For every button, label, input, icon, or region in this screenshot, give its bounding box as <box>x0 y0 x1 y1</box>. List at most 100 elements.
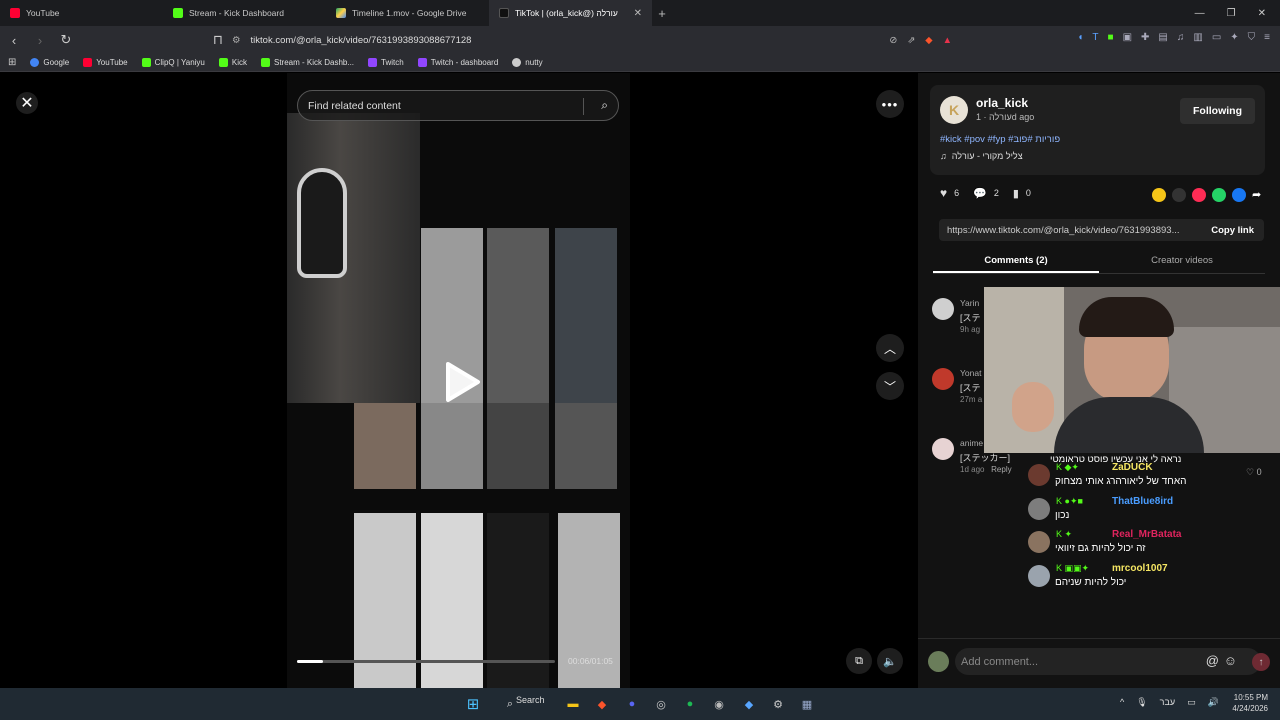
clock[interactable]: 10:55 PM 4/24/2026 <box>1232 692 1268 714</box>
bookmark-youtube[interactable]: YouTube <box>83 58 128 67</box>
avatar[interactable] <box>932 368 954 390</box>
send-button[interactable]: ↑ <box>1252 653 1270 671</box>
mention-icon[interactable]: @ <box>1206 653 1219 668</box>
whatsapp-icon[interactable] <box>1212 188 1226 202</box>
bookmark-google[interactable]: Google <box>30 58 69 67</box>
language-indicator[interactable]: עבר <box>1160 697 1175 708</box>
wallet-icon[interactable]: ▭ <box>1212 32 1221 43</box>
bookmark-kick-dashboard[interactable]: Stream - Kick Dashb... <box>261 58 354 67</box>
menu-icon[interactable]: ≡ <box>1264 32 1270 43</box>
tab-kick-dashboard[interactable]: Stream - Kick Dashboard <box>163 0 326 26</box>
new-tab-button[interactable]: + <box>652 6 672 21</box>
comment-author[interactable]: anime <box>960 438 983 448</box>
no-cast-icon[interactable]: ⊘ <box>889 35 897 46</box>
url-field[interactable]: ⚙ tiktok.com/@orla_kick/video/7631993893… <box>232 29 952 51</box>
brave-icon[interactable]: ◆ <box>592 694 612 714</box>
brave-rewards-icon[interactable]: ▲ <box>943 35 952 46</box>
next-video-button[interactable]: ﹀ <box>876 372 904 400</box>
minimize-icon[interactable]: — <box>1195 8 1205 19</box>
save-button[interactable]: ▮ 0 <box>1013 187 1031 200</box>
bookmark-icon[interactable]: ⊓ <box>212 32 224 48</box>
embed-icon[interactable] <box>1172 188 1186 202</box>
app-icon[interactable]: ◆ <box>739 694 759 714</box>
link-field[interactable]: https://www.tiktok.com/@orla_kick/video/… <box>939 219 1264 241</box>
back-icon[interactable]: ‹ <box>8 33 20 48</box>
tab-google-drive[interactable]: Timeline 1.mov - Google Drive <box>326 0 489 26</box>
start-icon[interactable]: ⊞ <box>463 694 483 714</box>
tab-creator-videos[interactable]: Creator videos <box>1099 250 1265 273</box>
tab-tiktok[interactable]: TikTok | (orla_kick@) עורלה ✕ <box>489 0 652 26</box>
taskbar-search[interactable]: Search <box>516 695 545 705</box>
share-arrow-icon[interactable]: ➦ <box>1252 188 1266 202</box>
apps-icon[interactable]: ⊞ <box>8 57 16 68</box>
previous-video-button[interactable]: ︿ <box>876 334 904 362</box>
bookmark-nutty[interactable]: nutty <box>512 58 543 67</box>
hashtags[interactable]: #kick #pov #fyp #פוריות #פובּ <box>940 134 1060 145</box>
tab-youtube[interactable]: YouTube <box>0 0 163 26</box>
bookmark-clipq[interactable]: ClipQ | Yaniyu <box>141 58 205 67</box>
bookmark-kick[interactable]: Kick <box>218 58 247 67</box>
bookmarks-bar: ⊞ Google YouTube ClipQ | Yaniyu Kick Str… <box>0 54 1280 72</box>
chat-badges: K ●✦■ <box>1056 495 1083 506</box>
video-progress-bar[interactable] <box>297 660 555 663</box>
bookmark-twitch[interactable]: Twitch <box>368 58 404 67</box>
extension-icon[interactable]: ■ <box>1108 32 1114 43</box>
coin-icon[interactable] <box>1152 188 1166 202</box>
settings-icon[interactable]: ⚙ <box>768 694 788 714</box>
translate-icon[interactable]: T <box>1092 32 1098 43</box>
reply-button[interactable]: Reply <box>991 465 1011 474</box>
sidebar-icon[interactable]: ▥ <box>1193 32 1202 43</box>
search-icon[interactable]: ⌕ <box>601 98 608 113</box>
puzzle-icon[interactable]: ✚ <box>1141 32 1149 43</box>
obs-icon[interactable]: ◎ <box>651 694 671 714</box>
vpn-icon[interactable]: ⛉ <box>1248 32 1256 43</box>
sound-row[interactable]: ♫ צליל מקורי - עורלה <box>940 151 1023 161</box>
tab-comments[interactable]: Comments (2) <box>933 250 1099 273</box>
following-button[interactable]: Following <box>1180 98 1255 124</box>
avatar[interactable] <box>932 298 954 320</box>
related-search-input[interactable]: Find related content ⌕ <box>297 90 619 121</box>
more-options-button[interactable]: ••• <box>876 90 904 118</box>
save-count: 0 <box>1025 188 1031 198</box>
forward-icon[interactable]: › <box>34 33 46 48</box>
restore-icon[interactable]: ❐ <box>1227 8 1236 19</box>
spotify-icon[interactable]: ● <box>680 694 700 714</box>
comment-button[interactable]: 💬 2 <box>973 187 999 200</box>
file-explorer-icon[interactable]: ▬ <box>563 694 583 714</box>
author-avatar[interactable]: K <box>940 96 968 124</box>
repost-icon[interactable] <box>1192 188 1206 202</box>
extension-icon[interactable]: ▤ <box>1158 32 1167 43</box>
facebook-icon[interactable] <box>1232 188 1246 202</box>
discord-icon[interactable]: ● <box>622 694 642 714</box>
close-tab-icon[interactable]: ✕ <box>634 8 642 19</box>
comment-author[interactable]: Yonat <box>960 368 981 378</box>
volume-button[interactable]: 🔈 <box>877 648 903 674</box>
close-window-icon[interactable]: ✕ <box>1258 8 1266 19</box>
monitor-icon[interactable]: ▭ <box>1187 697 1196 708</box>
author-username[interactable]: orla_kick <box>976 96 1028 110</box>
extension-icon[interactable]: ◖ <box>1077 32 1083 43</box>
play-icon[interactable] <box>442 360 482 404</box>
chevron-up-icon[interactable]: ^ <box>1120 697 1124 708</box>
extension-icon[interactable]: ▣ <box>1123 32 1132 43</box>
avatar[interactable] <box>932 438 954 460</box>
app-icon[interactable]: ◉ <box>709 694 729 714</box>
add-comment-placeholder: Add comment... <box>961 655 1039 668</box>
add-comment-input[interactable]: Add comment... @ ☺ <box>955 648 1261 675</box>
speaker-icon[interactable]: 🔊 <box>1208 697 1219 708</box>
microphone-icon[interactable]: 🎙 <box>1136 697 1147 708</box>
site-info-icon[interactable]: ⚙ <box>232 35 241 46</box>
like-button[interactable]: ♥ 6 <box>940 186 959 200</box>
calculator-icon[interactable]: ▦ <box>797 694 817 714</box>
brave-shield-icon[interactable]: ◆ <box>925 35 932 46</box>
share-icon[interactable]: ⇗ <box>907 35 915 46</box>
close-video-button[interactable]: ✕ <box>16 92 38 114</box>
emoji-icon[interactable]: ☺ <box>1224 653 1237 668</box>
ai-icon[interactable]: ✦ <box>1230 32 1238 43</box>
reload-icon[interactable]: ↻ <box>60 32 72 48</box>
comment-author[interactable]: Yarin <box>960 298 979 308</box>
bookmark-twitch-dashboard[interactable]: Twitch - dashboard <box>417 58 498 67</box>
copy-link-button[interactable]: Copy link <box>1211 225 1254 236</box>
media-icon[interactable]: ♫ <box>1177 32 1185 43</box>
pip-button[interactable]: ⧉ <box>846 648 872 674</box>
